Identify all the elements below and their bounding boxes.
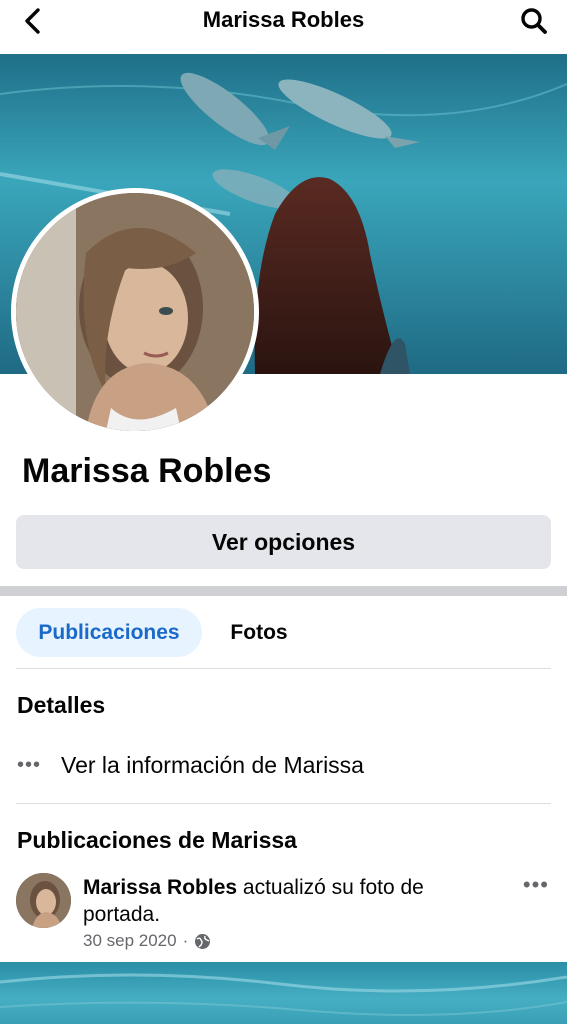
divider	[16, 803, 551, 804]
post-meta: 30 sep 2020 ·	[83, 931, 211, 951]
post-date[interactable]: 30 sep 2020	[83, 931, 177, 951]
post-more-options-icon[interactable]: •••	[523, 872, 549, 898]
tab-posts[interactable]: Publicaciones	[16, 608, 202, 657]
details-info-row[interactable]: ••• Ver la información de Marissa	[17, 749, 364, 781]
profile-name: Marissa Robles	[22, 452, 272, 490]
divider	[16, 668, 551, 669]
details-info-label: Ver la información de Marissa	[61, 751, 364, 778]
details-title: Detalles	[17, 692, 106, 718]
more-dots-icon: •••	[17, 753, 42, 776]
top-bar: Marissa Robles	[0, 0, 567, 54]
post-image[interactable]	[0, 962, 567, 1024]
meta-separator: ·	[182, 931, 189, 950]
post-text: Marissa Robles actualizó su foto de port…	[83, 874, 483, 928]
section-divider	[0, 586, 567, 596]
globe-icon	[195, 933, 211, 949]
view-options-button[interactable]: Ver opciones	[16, 515, 551, 569]
search-button[interactable]	[517, 4, 551, 38]
page-title: Marissa Robles	[202, 7, 365, 32]
post-author[interactable]: Marissa Robles	[83, 876, 237, 899]
tab-photos[interactable]: Fotos	[214, 608, 304, 657]
posts-section-title: Publicaciones de Marissa	[17, 827, 297, 853]
profile-avatar[interactable]	[16, 193, 254, 431]
post-author-avatar[interactable]	[16, 873, 71, 928]
search-icon	[521, 8, 547, 34]
